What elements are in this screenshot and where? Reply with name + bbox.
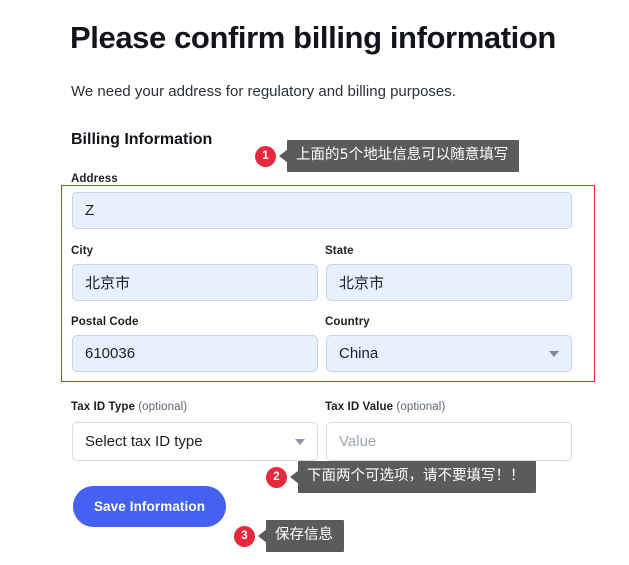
tax-id-value-input[interactable]: Value <box>326 422 572 461</box>
postal-code-input[interactable]: 610036 <box>72 335 318 372</box>
chevron-down-icon <box>549 350 559 357</box>
annotation-2: 2 下面两个可选项，请不要填写！！ <box>266 461 536 493</box>
annotation-3-text: 保存信息 <box>266 520 344 552</box>
postal-code-label: Postal Code <box>71 316 139 328</box>
country-select[interactable]: China <box>326 335 572 372</box>
state-label: State <box>325 245 354 257</box>
page-subtitle: We need your address for regulatory and … <box>71 83 456 100</box>
address-input[interactable]: Z <box>72 192 572 229</box>
section-title-billing-information: Billing Information <box>71 131 213 148</box>
address-label: Address <box>71 173 118 185</box>
annotation-3: 3 保存信息 <box>234 520 344 552</box>
annotation-3-badge: 3 <box>234 525 255 547</box>
city-input[interactable]: 北京市 <box>72 264 318 301</box>
tax-id-type-select-value: Select tax ID type <box>85 433 203 450</box>
country-select-value: China <box>339 345 379 362</box>
city-label: City <box>71 245 94 257</box>
annotation-1-badge: 1 <box>255 145 276 167</box>
state-input[interactable]: 北京市 <box>326 264 572 301</box>
tax-id-value-label: Tax ID Value (optional) <box>325 401 445 413</box>
page-title: Please confirm billing information <box>70 20 556 55</box>
chevron-down-icon <box>295 438 305 445</box>
tax-id-type-label-optional: (optional) <box>134 401 188 413</box>
tax-id-value-label-optional: (optional) <box>393 401 446 413</box>
tax-id-type-label-strong: Tax ID Type <box>71 401 135 413</box>
tax-id-type-label: Tax ID Type (optional) <box>71 401 187 413</box>
annotation-1-text: 上面的5个地址信息可以随意填写 <box>287 140 520 172</box>
tax-id-value-label-strong: Tax ID Value <box>325 401 394 413</box>
country-label: Country <box>325 316 370 328</box>
annotation-1: 1 上面的5个地址信息可以随意填写 <box>255 140 520 172</box>
save-information-button[interactable]: Save Information <box>73 486 226 527</box>
annotation-2-text: 下面两个可选项，请不要填写！！ <box>298 461 536 493</box>
annotation-2-badge: 2 <box>266 466 287 488</box>
billing-information-page: Please confirm billing information We ne… <box>0 0 629 565</box>
tax-id-type-select[interactable]: Select tax ID type <box>72 422 318 461</box>
